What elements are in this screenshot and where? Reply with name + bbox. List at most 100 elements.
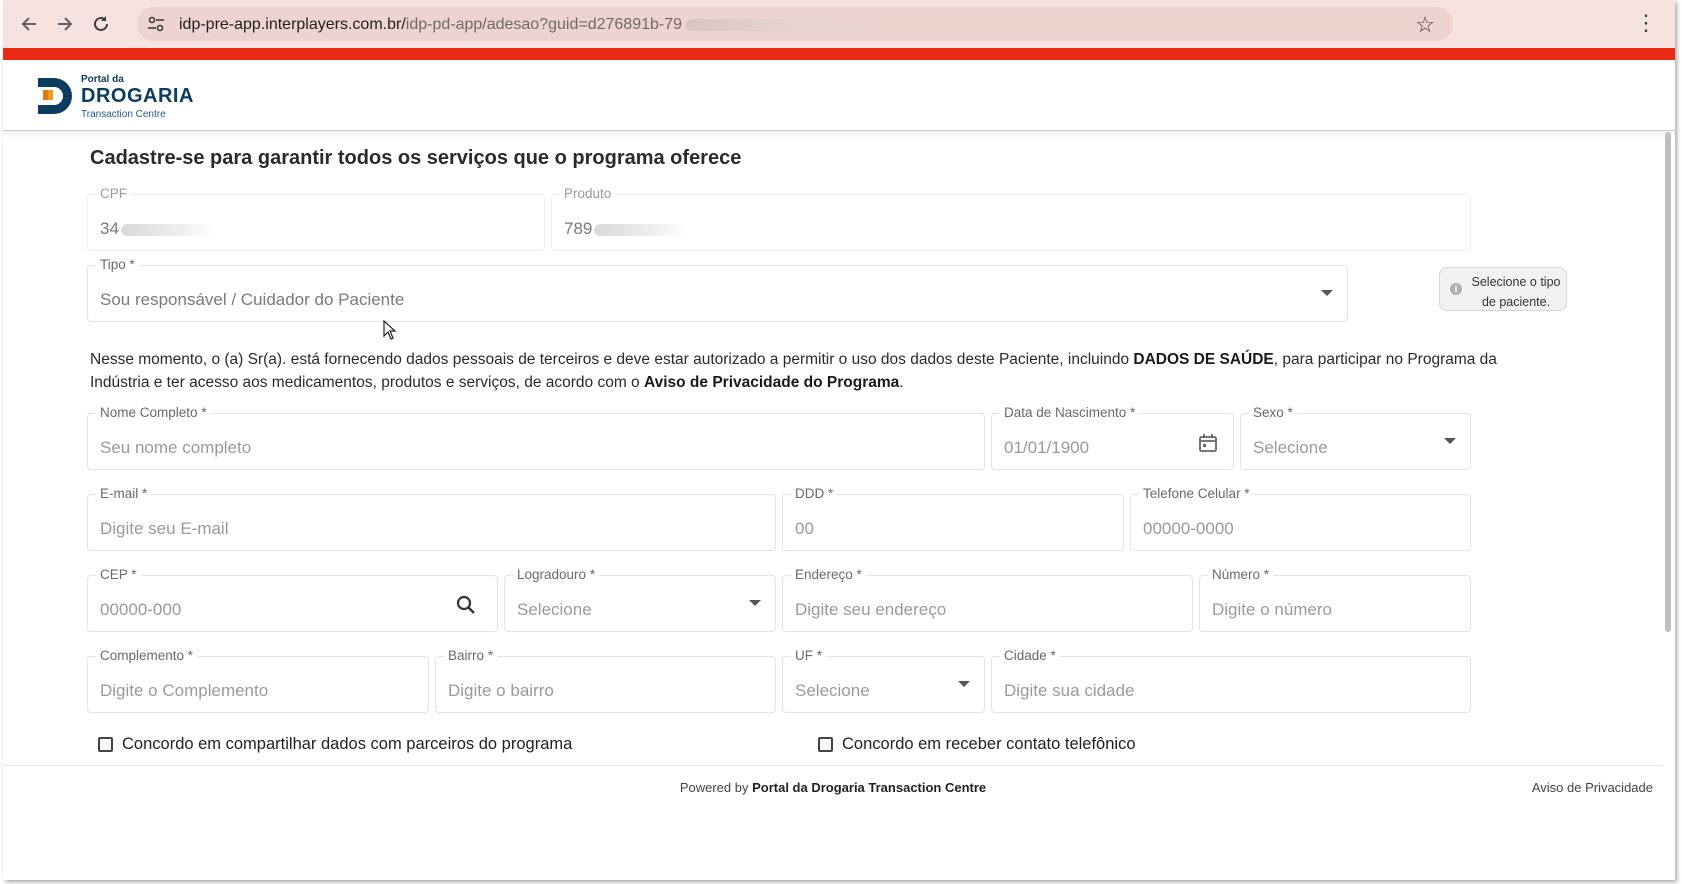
email-input[interactable]: E-mail * Digite seu E-mail: [87, 486, 776, 551]
tipo-hint-text: Selecione o tipo de paciente.: [1471, 275, 1561, 309]
logradouro-select[interactable]: Logradouro * Selecione: [504, 567, 776, 632]
produto-value-text: 789: [564, 219, 593, 238]
uf-select[interactable]: UF * Selecione: [782, 648, 985, 713]
cidade-placeholder: Digite sua cidade: [1004, 681, 1135, 700]
chevron-down-icon: [1444, 438, 1456, 444]
consent-phone-checkbox[interactable]: Concordo em receber contato telefônico: [818, 735, 1136, 754]
page-title: Cadastre-se para garantir todos os servi…: [90, 147, 742, 169]
produto-label: Produto: [560, 186, 616, 201]
complemento-placeholder: Digite o Complemento: [100, 681, 269, 700]
cpf-field: CPF 34: [87, 186, 545, 251]
numero-label: Número *: [1208, 567, 1274, 582]
bairro-input[interactable]: Bairro * Digite o bairro: [435, 648, 776, 713]
privacy-link[interactable]: Aviso de Privacidade: [1532, 780, 1653, 795]
nascimento-input[interactable]: Data de Nascimento * 01/01/1900: [991, 405, 1234, 470]
produto-field: Produto 789: [551, 186, 1471, 251]
forward-icon[interactable]: [51, 10, 79, 38]
environment-banner: [3, 48, 1675, 60]
notice-text-1: Nesse momento, o (a) Sr(a). está fornece…: [90, 351, 1134, 368]
notice-text-3: .: [899, 373, 904, 391]
powered-by: Powered by Portal da Drogaria Transactio…: [3, 780, 1663, 795]
powered-name: Portal da Drogaria Transaction Centre: [752, 780, 987, 795]
scrollbar-thumb[interactable]: [1665, 132, 1671, 632]
chevron-down-icon: [749, 600, 761, 606]
checkbox-icon[interactable]: [98, 737, 113, 752]
numero-input[interactable]: Número * Digite o número: [1199, 567, 1471, 632]
cpf-blur: [120, 223, 216, 236]
uf-label: UF *: [791, 648, 826, 663]
logradouro-label: Logradouro *: [513, 567, 600, 582]
bairro-label: Bairro *: [444, 648, 498, 663]
sexo-select[interactable]: Sexo * Selecione: [1240, 405, 1471, 470]
sexo-placeholder: Selecione: [1253, 438, 1328, 457]
mouse-cursor-icon: [383, 320, 397, 340]
nascimento-label: Data de Nascimento *: [1000, 405, 1140, 420]
browser-window: idp-pre-app.interplayers.com.br/idp-pd-a…: [3, 0, 1675, 880]
url-blur: [686, 18, 917, 31]
notice-bold-health: DADOS DE SAÚDE: [1133, 351, 1274, 368]
logo-big-text: DROGARIA: [81, 85, 194, 107]
cpf-value-text: 34: [100, 219, 119, 238]
bairro-placeholder: Digite o bairro: [448, 681, 554, 700]
ddd-input[interactable]: DDD * 00: [782, 486, 1124, 551]
main-content: Cadastre-se para garantir todos os servi…: [3, 131, 1663, 821]
reload-icon[interactable]: [87, 10, 115, 38]
uf-placeholder: Selecione: [795, 681, 870, 700]
cpf-label: CPF: [96, 186, 131, 201]
back-icon[interactable]: [15, 10, 43, 38]
telefone-input[interactable]: Telefone Celular * 00000-0000: [1130, 486, 1471, 551]
chevron-down-icon: [958, 681, 970, 687]
nome-input[interactable]: Nome Completo * Seu nome completo: [87, 405, 985, 470]
tipo-value: Sou responsável / Cuidador do Paciente: [100, 290, 405, 309]
cidade-input[interactable]: Cidade * Digite sua cidade: [991, 648, 1471, 713]
cep-label: CEP *: [96, 567, 141, 582]
telefone-placeholder: 00000-0000: [1143, 519, 1234, 538]
browser-toolbar: idp-pre-app.interplayers.com.br/idp-pd-a…: [3, 0, 1675, 48]
complemento-label: Complemento *: [96, 648, 198, 663]
tipo-select[interactable]: Tipo * Sou responsável / Cuidador do Pac…: [87, 257, 1348, 322]
checkbox-icon[interactable]: [818, 737, 833, 752]
produto-value: 789: [564, 219, 690, 239]
url-path: idp-pd-app/adesao?guid=d276891b-79: [405, 16, 683, 33]
menu-dots-icon[interactable]: ⋮: [1635, 12, 1657, 34]
ddd-placeholder: 00: [795, 519, 814, 538]
search-icon[interactable]: [455, 594, 477, 616]
numero-placeholder: Digite o número: [1212, 600, 1333, 619]
url-text: idp-pre-app.interplayers.com.br/idp-pd-a…: [179, 16, 917, 34]
cidade-label: Cidade *: [1000, 648, 1060, 663]
logo-sub-text: Transaction Centre: [81, 109, 166, 120]
cep-placeholder: 00000-000: [100, 600, 182, 619]
logo[interactable]: Portal da DROGARIA Transaction Centre: [35, 72, 235, 120]
page-footer: Powered by Portal da Drogaria Transactio…: [3, 765, 1663, 806]
nome-label: Nome Completo *: [96, 405, 211, 420]
calendar-icon[interactable]: [1197, 432, 1219, 454]
email-label: E-mail *: [96, 486, 152, 501]
nascimento-placeholder: 01/01/1900: [1004, 438, 1090, 457]
privacy-notice: Nesse momento, o (a) Sr(a). está fornece…: [90, 349, 1510, 394]
site-settings-icon[interactable]: [147, 15, 165, 33]
address-bar[interactable]: idp-pre-app.interplayers.com.br/idp-pd-a…: [137, 7, 1453, 41]
consent-partners-checkbox[interactable]: Concordo em compartilhar dados com parce…: [98, 735, 572, 754]
notice-privacy-link[interactable]: Aviso de Privacidade do Programa: [644, 374, 899, 391]
email-placeholder: Digite seu E-mail: [100, 519, 229, 538]
cpf-value: 34: [100, 219, 216, 239]
info-icon: i: [1450, 283, 1462, 295]
consent-phone-label: Concordo em receber contato telefônico: [842, 735, 1136, 753]
tipo-label: Tipo *: [96, 257, 139, 272]
cep-input[interactable]: CEP * 00000-000: [87, 567, 498, 632]
powered-prefix: Powered by: [679, 780, 753, 795]
nome-placeholder: Seu nome completo: [100, 438, 252, 457]
complemento-input[interactable]: Complemento * Digite o Complemento: [87, 648, 429, 713]
ddd-label: DDD *: [791, 486, 838, 501]
app-header: Portal da DROGARIA Transaction Centre: [3, 60, 1675, 131]
logo-mark-icon: [38, 78, 72, 114]
tipo-hint-badge: i Selecione o tipo de paciente.: [1439, 267, 1567, 311]
logo-small-text: Portal da: [81, 74, 124, 85]
logradouro-placeholder: Selecione: [517, 600, 592, 619]
star-icon[interactable]: ☆: [1415, 12, 1435, 38]
consent-partners-label: Concordo em compartilhar dados com parce…: [122, 735, 573, 753]
endereco-placeholder: Digite seu endereço: [795, 600, 947, 619]
produto-blur: [594, 223, 690, 236]
sexo-label: Sexo *: [1249, 405, 1297, 420]
endereco-input[interactable]: Endereço * Digite seu endereço: [782, 567, 1193, 632]
